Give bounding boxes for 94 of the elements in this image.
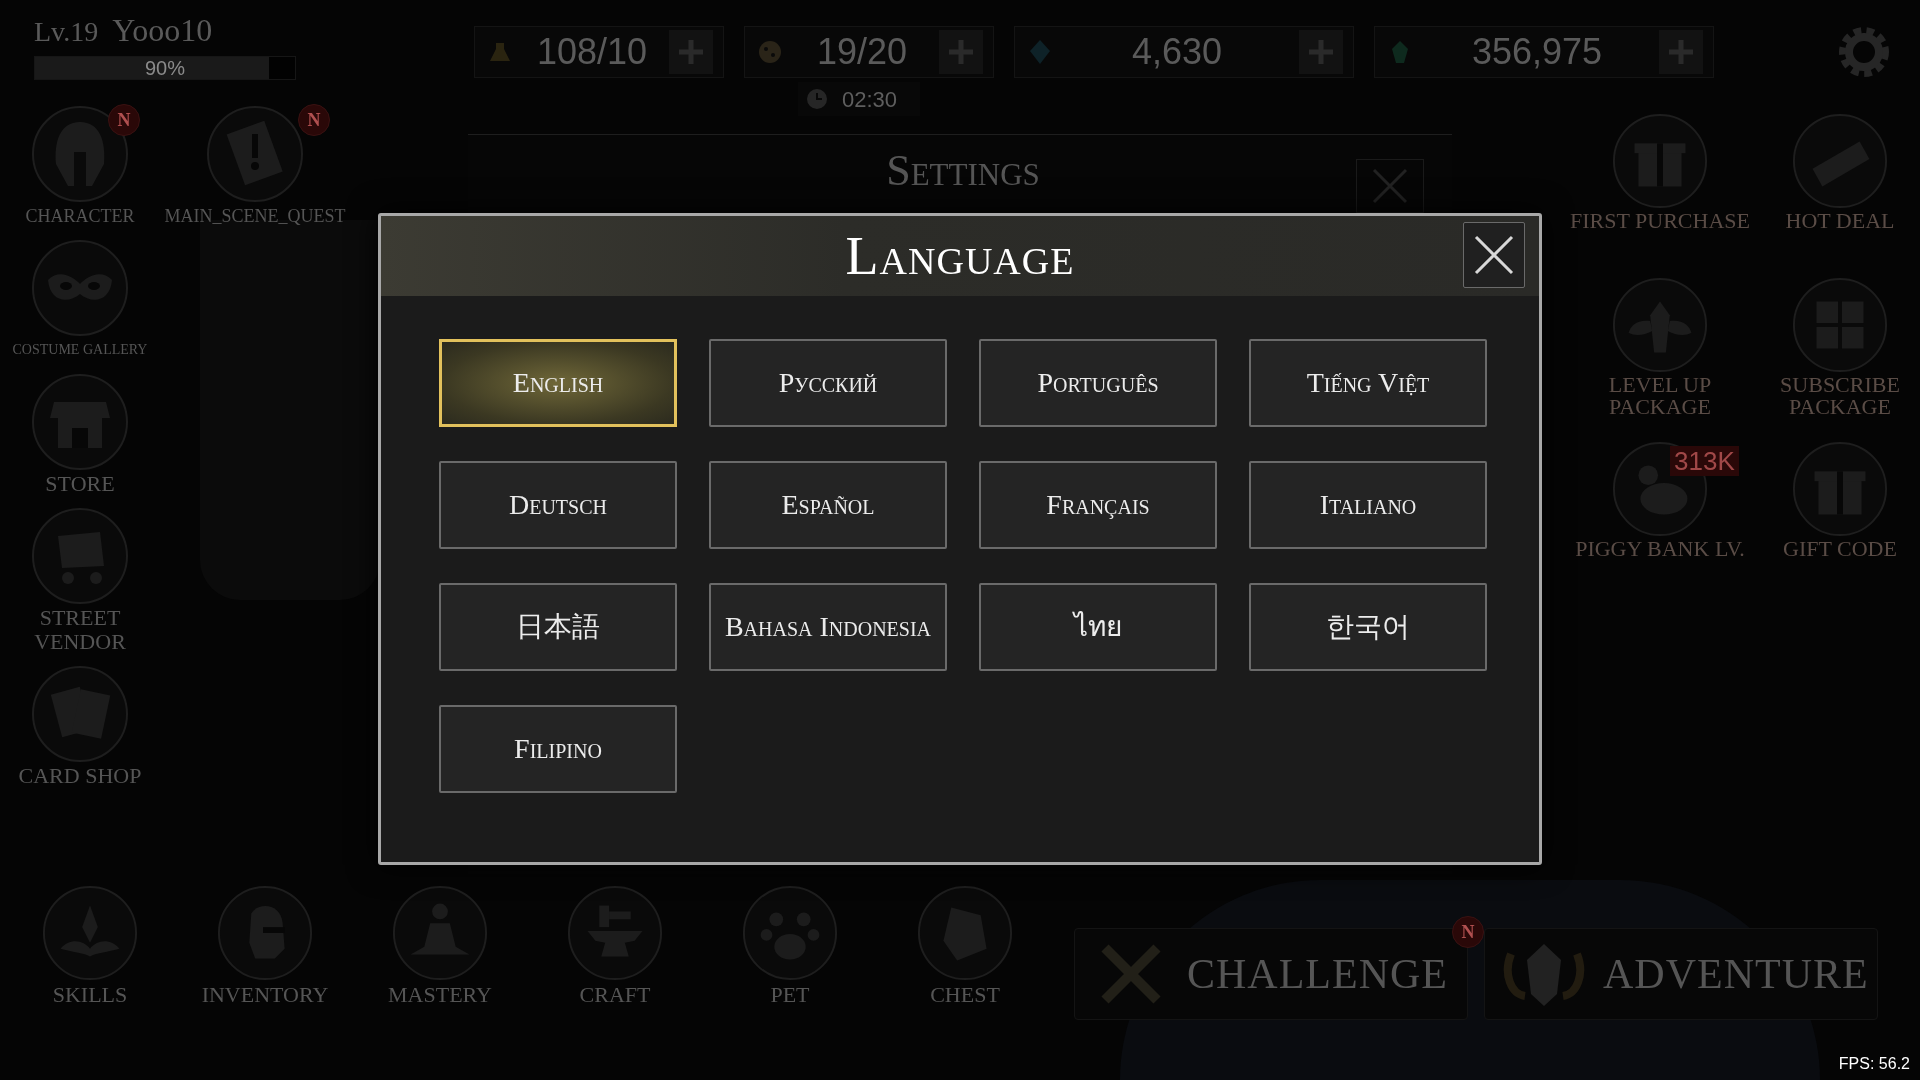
menu-label: CARD SHOP: [17, 764, 143, 788]
settings-icon: [1837, 25, 1891, 79]
close-icon: [1370, 166, 1410, 206]
menu-button[interactable]: STORE: [0, 372, 160, 496]
menu-button[interactable]: N CHARACTER: [0, 104, 160, 228]
helmet-icon: [30, 104, 130, 204]
add-button[interactable]: [1299, 30, 1343, 74]
wings-icon: [1611, 276, 1709, 374]
menu-label: MAIN_SCENE_QUEST: [164, 205, 346, 228]
language-option[interactable]: 日本語: [439, 583, 677, 671]
language-option[interactable]: Русский: [709, 339, 947, 427]
language-option[interactable]: English: [439, 339, 677, 427]
new-badge: N: [298, 104, 330, 136]
menu-button[interactable]: MASTERY: [360, 884, 520, 1008]
menu-label: FIRST PURCHASE: [1569, 210, 1751, 232]
new-badge: N: [108, 104, 140, 136]
menu-label: STREET VENDOR: [33, 606, 127, 654]
menu-label: STORE: [44, 472, 116, 496]
menu-button[interactable]: INVENTORY: [185, 884, 345, 1008]
menu-button[interactable]: LEVEL UP PACKAGE: [1560, 276, 1760, 436]
language-option[interactable]: Português: [979, 339, 1217, 427]
knight-helmet-icon: [216, 884, 314, 982]
add-button[interactable]: [669, 30, 713, 74]
close-icon: [1472, 233, 1516, 277]
plus-icon: [946, 37, 976, 67]
shop-icon: [30, 372, 130, 472]
resource-value: 4,630: [1130, 30, 1224, 74]
player-name: Yooo10: [112, 11, 213, 50]
menu-label: COSTUME GALLERY: [12, 341, 148, 359]
language-option[interactable]: Español: [709, 461, 947, 549]
menu-button[interactable]: CARD SHOP: [0, 664, 160, 788]
resource-value: 108/10: [535, 30, 649, 74]
menu-label: HOT DEAL: [1784, 210, 1896, 232]
menu-button[interactable]: SUBSCRIBE PACKAGE: [1760, 276, 1920, 436]
dialog-title: Language: [845, 224, 1075, 288]
tag-icon: [1791, 112, 1889, 210]
language-option[interactable]: 한국어: [1249, 583, 1487, 671]
menu-button[interactable]: SKILLS: [10, 884, 170, 1008]
menu-button[interactable]: 313K PIGGY BANK LV.: [1560, 440, 1760, 600]
timer-text: 02:30: [842, 85, 898, 114]
menu-label: SUBSCRIBE PACKAGE: [1779, 374, 1901, 418]
language-option[interactable]: Italiano: [1249, 461, 1487, 549]
menu-button[interactable]: STREET VENDOR: [0, 506, 160, 654]
plus-icon: [676, 37, 706, 67]
menu-button[interactable]: CRAFT: [535, 884, 695, 1008]
menu-label: MASTERY: [388, 982, 492, 1008]
menu-button[interactable]: GIFT CODE: [1760, 440, 1920, 600]
cards-icon: [30, 664, 130, 764]
add-button[interactable]: [939, 30, 983, 74]
menu-label: INVENTORY: [201, 982, 329, 1008]
menu-button[interactable]: COSTUME GALLERY: [0, 238, 160, 362]
language-option[interactable]: Tiếng Việt: [1249, 339, 1487, 427]
fleur-icon: [41, 884, 139, 982]
mask-icon: [30, 238, 130, 338]
menu-label: LEVEL UP PACKAGE: [1607, 374, 1713, 418]
count-badge: 313K: [1670, 446, 1739, 476]
cart-icon: [30, 506, 130, 606]
resource-value: 356,975: [1470, 30, 1604, 74]
paw-icon: [741, 884, 839, 982]
menu-label: CRAFT: [579, 982, 651, 1008]
book-icon: [205, 104, 305, 204]
language-option[interactable]: ไทย: [979, 583, 1217, 671]
menu-label: PET: [770, 982, 810, 1008]
menu-button[interactable]: FIRST PURCHASE: [1560, 112, 1760, 272]
language-option[interactable]: Français: [979, 461, 1217, 549]
settings-button[interactable]: [1836, 24, 1892, 80]
plus-icon: [1666, 37, 1696, 67]
close-button[interactable]: [1463, 222, 1525, 288]
menu-label: GIFT CODE: [1782, 538, 1898, 560]
blocks-icon: [1791, 276, 1889, 374]
add-button[interactable]: [1659, 30, 1703, 74]
dialog-title: Settings: [885, 145, 1041, 197]
mode-button[interactable]: ADVENTURE: [1484, 928, 1878, 1020]
mode-label: CHALLENGE: [1187, 949, 1448, 999]
menu-label: PIGGY BANK LV.: [1574, 538, 1746, 560]
clock-icon: [806, 88, 828, 110]
menu-label: SKILLS: [52, 982, 128, 1008]
mode-label: ADVENTURE: [1603, 949, 1869, 999]
resource-value: 19/20: [815, 30, 909, 74]
menu-button[interactable]: N MAIN_SCENE_QUEST: [160, 104, 350, 228]
language-option[interactable]: Filipino: [439, 705, 677, 793]
language-option[interactable]: Bahasa Indonesia: [709, 583, 947, 671]
fps-counter: FPS: 56.2: [1838, 1054, 1910, 1074]
menu-button[interactable]: HOT DEAL: [1760, 112, 1920, 272]
player-level: Lv.19: [34, 15, 99, 49]
anvil-icon: [566, 884, 664, 982]
menu-button[interactable]: CHEST: [885, 884, 1045, 1008]
menu-button[interactable]: PET: [710, 884, 870, 1008]
plus-icon: [1306, 37, 1336, 67]
menu-label: CHEST: [930, 982, 1000, 1008]
language-option[interactable]: Deutsch: [439, 461, 677, 549]
meditation-icon: [391, 884, 489, 982]
xp-percent: 90%: [144, 57, 186, 79]
menu-label: CHARACTER: [25, 205, 135, 228]
